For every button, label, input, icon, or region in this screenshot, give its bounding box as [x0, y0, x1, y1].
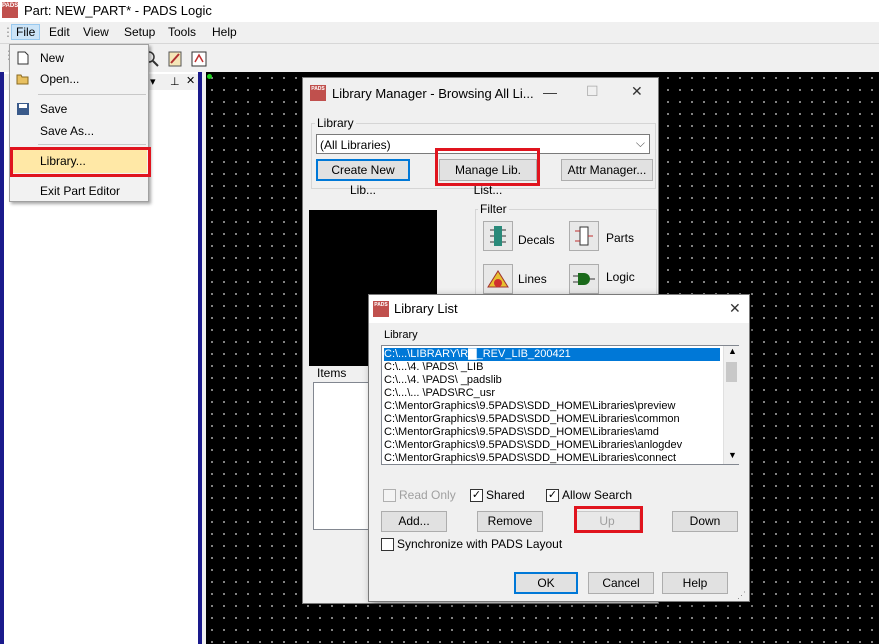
- library-list-scrollbar[interactable]: ▲ ▼: [723, 346, 739, 464]
- menu-separator: [38, 94, 146, 95]
- logic-filter-icon[interactable]: [569, 264, 599, 294]
- decals-filter-icon[interactable]: [483, 221, 513, 251]
- parts-filter-icon[interactable]: [569, 221, 599, 251]
- remove-button[interactable]: Remove: [477, 511, 543, 532]
- items-listbox[interactable]: [313, 382, 373, 530]
- menu-item-new[interactable]: New: [40, 51, 64, 65]
- pads-logo-icon: PADS: [373, 301, 389, 317]
- menu-bar: ⋮ File Edit View Setup Tools Help: [0, 22, 879, 44]
- panel-menu-icon[interactable]: ▾: [150, 75, 156, 88]
- minimize-icon[interactable]: —: [543, 84, 557, 100]
- close-icon[interactable]: ✕: [729, 300, 741, 317]
- decal-editor-icon[interactable]: [188, 48, 210, 70]
- decals-filter-label: Decals: [518, 233, 555, 247]
- annotation-highlight-library: [10, 147, 151, 177]
- menu-file[interactable]: File: [11, 24, 41, 40]
- pin-icon[interactable]: ⊥: [170, 75, 180, 88]
- ok-button[interactable]: OK: [514, 572, 578, 594]
- scrollbar-thumb[interactable]: [726, 362, 737, 382]
- menu-tools[interactable]: Tools: [168, 25, 196, 39]
- list-item[interactable]: C:\MentorGraphics\9.5PADS\SDD_HOME\Libra…: [384, 426, 659, 439]
- scroll-down-icon[interactable]: ▼: [728, 450, 737, 460]
- panel-close-icon[interactable]: ✕: [186, 74, 195, 87]
- library-label: Library: [315, 116, 356, 130]
- pads-logo-icon: PADS: [310, 85, 326, 101]
- menu-item-save[interactable]: Save: [40, 102, 67, 116]
- library-list-dialog: PADS Library List ✕ Library C:\...\LIBRA…: [368, 294, 750, 602]
- pads-logo-icon: PADS: [2, 2, 18, 18]
- measure-icon[interactable]: [164, 48, 186, 70]
- title-bar: PADS Part: NEW_PART* - PADS Logic: [0, 0, 879, 22]
- lines-filter-icon[interactable]: [483, 264, 513, 294]
- menu-separator: [38, 144, 146, 145]
- allow-search-label: Allow Search: [562, 488, 633, 502]
- down-button[interactable]: Down: [672, 511, 738, 532]
- resize-grip-icon[interactable]: ⋰: [737, 590, 746, 601]
- shared-label: Shared: [486, 488, 525, 502]
- menu-view[interactable]: View: [83, 25, 109, 39]
- list-item[interactable]: C:\...\... \PADS\RC_usr: [384, 387, 495, 400]
- list-item[interactable]: C:\MentorGraphics\9.5PADS\SDD_HOME\Libra…: [384, 400, 675, 413]
- annotation-highlight-up-button: [574, 506, 643, 533]
- new-file-icon: [16, 51, 30, 65]
- maximize-icon[interactable]: ☐: [586, 83, 599, 100]
- list-item[interactable]: C:\MentorGraphics\9.5PADS\SDD_HOME\Libra…: [384, 439, 682, 452]
- menu-item-open[interactable]: Open...: [40, 72, 79, 86]
- library-list-label: Library: [382, 329, 420, 341]
- library-list-title: Library List: [394, 301, 458, 316]
- logic-filter-label: Logic: [606, 270, 635, 284]
- attr-manager-button[interactable]: Attr Manager...: [561, 159, 653, 181]
- add-button[interactable]: Add...: [381, 511, 447, 532]
- list-item[interactable]: C:\...\4. \PADS\ _padslib: [384, 374, 502, 387]
- read-only-checkbox[interactable]: [383, 489, 396, 502]
- menu-edit[interactable]: Edit: [49, 25, 70, 39]
- read-only-label: Read Only: [399, 488, 456, 502]
- menu-help[interactable]: Help: [212, 25, 237, 39]
- synchronize-checkbox[interactable]: [381, 538, 394, 551]
- help-button[interactable]: Help: [662, 572, 728, 594]
- window-title: Part: NEW_PART* - PADS Logic: [24, 3, 212, 18]
- menu-item-exit-part-editor[interactable]: Exit Part Editor: [40, 184, 120, 198]
- items-label: Items: [315, 366, 349, 380]
- create-new-lib-button[interactable]: Create New Lib...: [316, 159, 410, 197]
- annotation-highlight-manage-lib-list: [435, 148, 540, 186]
- parts-filter-label: Parts: [606, 231, 635, 245]
- library-listbox[interactable]: C:\...\LIBRARY\R▇_REV_LIB_200421 C:\...\…: [381, 345, 739, 465]
- list-item[interactable]: C:\...\4. \PADS\ _LIB: [384, 361, 483, 374]
- scroll-up-icon[interactable]: ▲: [728, 346, 737, 356]
- chevron-down-icon: ⌵: [635, 136, 645, 150]
- menu-setup[interactable]: Setup: [124, 25, 155, 39]
- filter-label: Filter: [478, 202, 509, 216]
- list-item[interactable]: C:\MentorGraphics\9.5PADS\SDD_HOME\Libra…: [384, 452, 676, 465]
- allow-search-checkbox[interactable]: ✓: [546, 489, 559, 502]
- save-disk-icon: [16, 102, 30, 116]
- synchronize-label: Synchronize with PADS Layout: [397, 537, 563, 551]
- close-icon[interactable]: ✕: [631, 83, 643, 100]
- shared-checkbox[interactable]: ✓: [470, 489, 483, 502]
- library-manager-title: Library Manager - Browsing All Li...: [332, 86, 534, 101]
- lines-filter-label: Lines: [518, 272, 547, 286]
- file-menu-dropdown: New Open... Save Save As... Library... E…: [9, 44, 149, 202]
- library-dropdown-value: (All Libraries): [320, 138, 391, 152]
- list-item[interactable]: C:\...\LIBRARY\R▇_REV_LIB_200421: [384, 348, 720, 361]
- list-item[interactable]: C:\MentorGraphics\9.5PADS\SDD_HOME\Libra…: [384, 413, 680, 426]
- origin-marker: [207, 74, 212, 79]
- library-list-title-bar: PADS Library List ✕: [369, 295, 749, 323]
- open-folder-icon: [16, 72, 30, 86]
- cancel-button[interactable]: Cancel: [588, 572, 654, 594]
- menu-item-save-as[interactable]: Save As...: [40, 124, 94, 138]
